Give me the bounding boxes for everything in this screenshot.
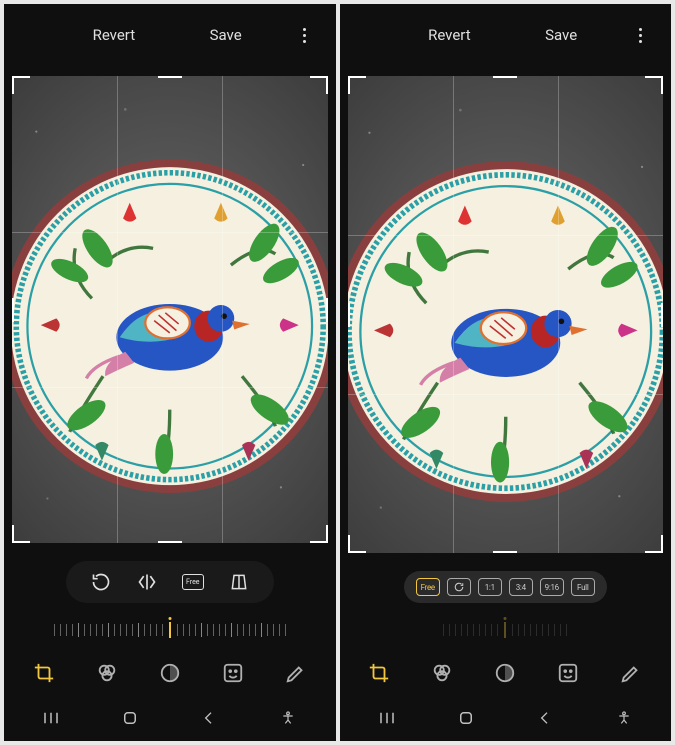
rotation-ruler[interactable] (16, 613, 324, 647)
rotation-ruler[interactable] (352, 613, 660, 647)
ratio-1-1[interactable]: 1:1 (478, 578, 502, 596)
stickers-tab-icon[interactable] (554, 659, 582, 687)
editor-tabs (4, 647, 336, 699)
ratio-original[interactable] (447, 578, 471, 596)
adjust-tab-icon[interactable] (491, 659, 519, 687)
crop-tab-icon[interactable] (30, 659, 58, 687)
home-button[interactable] (110, 709, 150, 727)
right-phone-screen: Revert Save (340, 4, 672, 741)
ratio-3-4[interactable]: 3:4 (509, 578, 533, 596)
header-bar: Revert Save (340, 4, 672, 66)
home-button[interactable] (446, 709, 486, 727)
recent-apps-button[interactable] (31, 709, 71, 727)
rotate-icon[interactable] (88, 571, 114, 593)
crop-tools-pill: Free (66, 561, 274, 603)
filters-tab-icon[interactable] (428, 659, 456, 687)
ratio-free[interactable]: Free (416, 578, 440, 596)
system-navbar (340, 699, 672, 741)
accessibility-button[interactable] (604, 710, 644, 726)
ruler-center-marker (504, 622, 506, 638)
aspect-ratio-pill: Free 1:1 3:4 9:16 Full (404, 571, 607, 603)
photo-preview (12, 76, 328, 543)
crop-tab-icon[interactable] (365, 659, 393, 687)
editor-tabs (340, 647, 672, 699)
revert-button[interactable]: Revert (398, 18, 502, 52)
back-button[interactable] (525, 710, 565, 726)
ratio-full[interactable]: Full (571, 578, 595, 596)
crop-canvas[interactable] (348, 76, 664, 553)
system-navbar (4, 699, 336, 741)
recent-apps-button[interactable] (367, 709, 407, 727)
left-phone-screen: Revert Save (4, 4, 336, 741)
more-options-button[interactable] (286, 28, 324, 43)
perspective-icon[interactable] (226, 571, 252, 593)
draw-tab-icon[interactable] (617, 659, 645, 687)
adjust-tab-icon[interactable] (156, 659, 184, 687)
header-bar: Revert Save (4, 4, 336, 66)
stickers-tab-icon[interactable] (219, 659, 247, 687)
ratio-9-16[interactable]: 9:16 (540, 578, 564, 596)
accessibility-button[interactable] (268, 710, 308, 726)
free-ratio-icon[interactable]: Free (180, 571, 206, 593)
save-button[interactable]: Save (174, 18, 278, 52)
photo-preview (348, 76, 664, 553)
ruler-center-marker (169, 622, 171, 638)
more-options-button[interactable] (621, 28, 659, 43)
revert-button[interactable]: Revert (62, 18, 166, 52)
save-button[interactable]: Save (509, 18, 613, 52)
back-button[interactable] (189, 710, 229, 726)
flip-icon[interactable] (134, 571, 160, 593)
filters-tab-icon[interactable] (93, 659, 121, 687)
crop-canvas[interactable] (12, 76, 328, 543)
draw-tab-icon[interactable] (282, 659, 310, 687)
